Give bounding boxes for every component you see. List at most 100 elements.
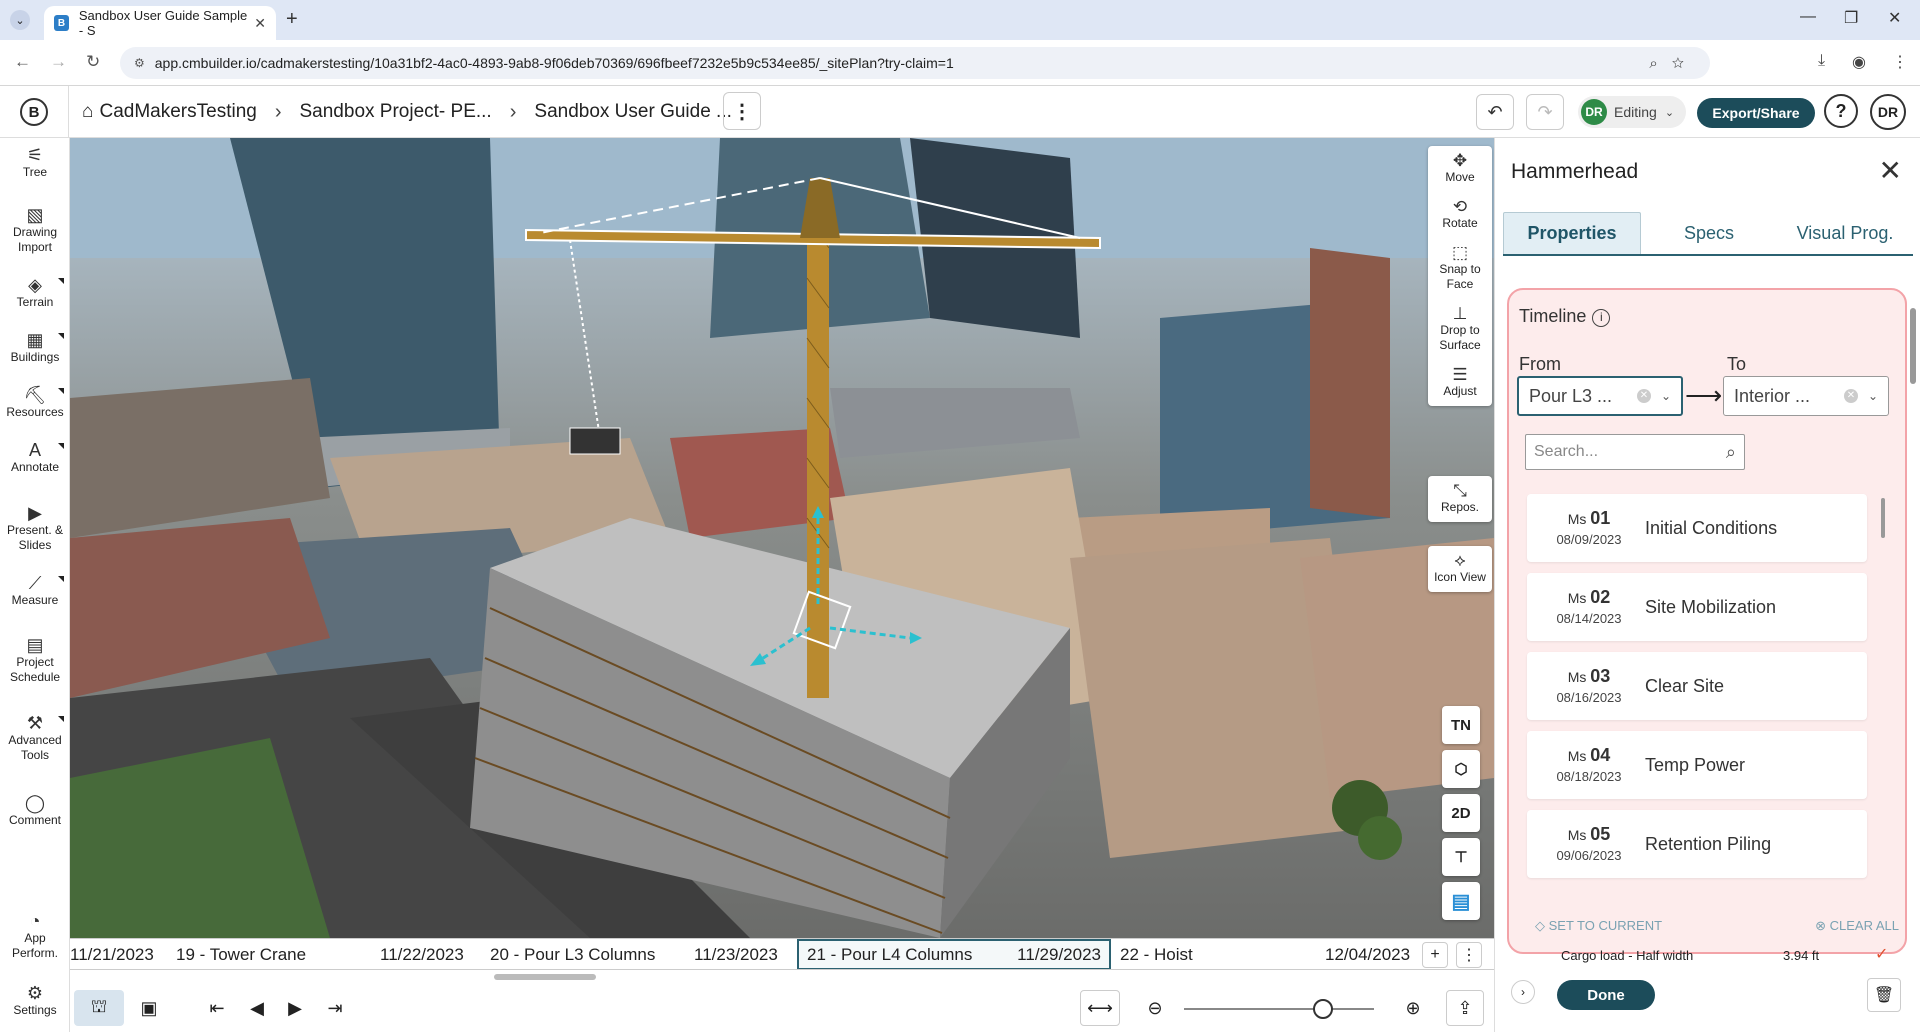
timeline-menu-icon[interactable]: ⋮ xyxy=(1456,942,1482,968)
breadcrumb-item[interactable]: CadMakersTesting xyxy=(99,101,256,123)
set-to-current-button[interactable]: ◇ SET TO CURRENT xyxy=(1535,918,1662,934)
tool-buildings[interactable]: ▦ Buildings xyxy=(0,331,70,365)
tab-search-icon[interactable]: ⌄ xyxy=(10,10,30,30)
browser-menu-icon[interactable]: ⋮ xyxy=(1892,52,1908,72)
list-item[interactable]: Ms 02 08/14/2023 Site Mobilization xyxy=(1527,573,1867,641)
breadcrumb-item[interactable]: Sandbox Project- PE... xyxy=(300,101,492,123)
timeline-date[interactable]: 12/04/2023 xyxy=(1325,939,1410,969)
breadcrumb-item[interactable]: Sandbox User Guide ... xyxy=(534,101,732,123)
timeline-task[interactable]: 20 - Pour L3 Columns xyxy=(490,939,655,969)
tool-label: Advanced Tools xyxy=(8,733,62,762)
zoom-in-icon[interactable]: ⊕ xyxy=(1388,990,1438,1026)
zoom-out-icon[interactable]: ⊖ xyxy=(1130,990,1180,1026)
tab-specs[interactable]: Specs xyxy=(1641,212,1777,254)
reload-icon[interactable]: ↻ xyxy=(86,52,100,72)
tool-icon-view[interactable]: ⟡ Icon View xyxy=(1428,546,1492,592)
close-icon[interactable]: ✕ xyxy=(1879,154,1902,187)
forward-icon[interactable]: → xyxy=(50,52,67,72)
clear-all-button[interactable]: ⊗ CLEAR ALL xyxy=(1815,918,1899,934)
new-tab-icon[interactable]: + xyxy=(286,8,298,31)
profile-icon[interactable]: ◉ xyxy=(1852,52,1866,72)
tool-app-performance[interactable]: ◔ App Perform. xyxy=(0,912,70,961)
fit-width-icon[interactable]: ⟷ xyxy=(1080,990,1120,1026)
more-options-button[interactable]: ⋮ xyxy=(723,92,761,130)
site-view-button[interactable]: ⛫ xyxy=(74,990,124,1026)
back-icon[interactable]: ← xyxy=(14,52,31,72)
list-item[interactable]: Ms 03 08/16/2023 Clear Site xyxy=(1527,652,1867,720)
view-cube-icon[interactable]: ⬡ xyxy=(1442,750,1480,788)
search-input[interactable]: Search... ⌕ xyxy=(1525,434,1745,470)
cargo-load-value[interactable]: 3.94 ft xyxy=(1783,948,1819,963)
site-info-icon[interactable]: ⚙ xyxy=(134,56,145,70)
trash-icon[interactable]: 🗑 xyxy=(1867,978,1901,1012)
list-item[interactable]: Ms 01 08/09/2023 Initial Conditions xyxy=(1527,494,1867,562)
tool-presentation[interactable]: ▶ Present. & Slides xyxy=(0,503,70,553)
home-icon[interactable]: ⌂ xyxy=(82,101,93,123)
tool-annotate[interactable]: A Annotate xyxy=(0,441,70,475)
icon-view-icon: ⟡ xyxy=(1454,551,1466,570)
tool-terrain[interactable]: ◈ Terrain xyxy=(0,276,70,310)
tool-drop-to-surface[interactable]: ⊥ Drop to Surface xyxy=(1428,299,1492,360)
to-select[interactable]: Interior ... ✕ ⌄ xyxy=(1723,376,1889,416)
zoom-slider-handle[interactable] xyxy=(1312,999,1333,1019)
tab-properties[interactable]: Properties xyxy=(1503,212,1641,254)
north-orientation-button[interactable]: TN xyxy=(1442,706,1480,744)
timeline-active-task[interactable]: 21 - Pour L4 Columns 11/29/2023 xyxy=(797,939,1111,969)
from-select[interactable]: Pour L3 ... ✕ ⌄ xyxy=(1517,376,1683,416)
2d-view-button[interactable]: 2D xyxy=(1442,794,1480,832)
close-window-icon[interactable]: ✕ xyxy=(1888,8,1901,28)
add-timeline-button[interactable]: + xyxy=(1422,942,1448,968)
tool-project-schedule[interactable]: ▤ Project Schedule xyxy=(0,636,70,685)
clear-icon[interactable]: ✕ xyxy=(1636,389,1651,403)
tool-resources[interactable]: ⛏ Resources xyxy=(0,386,70,420)
zoom-bookmark-icons[interactable]: ⌕☆ xyxy=(1649,55,1698,72)
download-icon[interactable]: ⤓ xyxy=(1818,52,1825,70)
timeline-task[interactable]: 22 - Hoist xyxy=(1120,939,1193,969)
layers-icon[interactable]: ▤ xyxy=(1442,882,1480,920)
done-button[interactable]: Done xyxy=(1557,980,1655,1010)
tool-measure[interactable]: ⟋ Measure xyxy=(0,574,70,608)
export-view-icon[interactable]: ⇪ xyxy=(1446,990,1484,1026)
undo-button[interactable]: ↶ xyxy=(1476,94,1514,130)
tool-settings[interactable]: ⚙ Settings xyxy=(0,984,70,1018)
timeline-date[interactable]: 11/23/2023 xyxy=(694,939,778,969)
editing-mode-dropdown[interactable]: DR Editing ⌄ xyxy=(1578,96,1686,128)
list-item[interactable]: Ms 05 09/06/2023 Retention Piling xyxy=(1527,810,1867,878)
avatar[interactable]: DR xyxy=(1870,94,1906,130)
list-item[interactable]: Ms 04 08/18/2023 Temp Power xyxy=(1527,731,1867,799)
help-button[interactable]: ? xyxy=(1824,94,1858,128)
timeline-date[interactable]: 11/22/2023 xyxy=(380,939,464,969)
slides-view-button[interactable]: ▣ xyxy=(124,990,174,1026)
tool-advanced[interactable]: ⚒ Advanced Tools xyxy=(0,714,70,763)
tool-move[interactable]: ✥ Move xyxy=(1428,146,1492,192)
url-input[interactable]: ⚙ app.cmbuilder.io/cadmakerstesting/10a3… xyxy=(120,47,1710,79)
redo-button[interactable]: ↷ xyxy=(1526,94,1564,130)
tool-comment[interactable]: ◯ Comment xyxy=(0,794,70,828)
panel-scrollbar[interactable] xyxy=(1910,308,1916,384)
skip-to-end-icon[interactable]: ⇥ xyxy=(310,990,360,1026)
tool-reposition[interactable]: ⤡ Repos. xyxy=(1428,476,1492,522)
presentation-icon: ▶ xyxy=(28,503,42,523)
timeline-task[interactable]: 19 - Tower Crane xyxy=(176,939,306,969)
minimize-icon[interactable]: — xyxy=(1800,8,1816,26)
timeline-date[interactable]: 11/21/2023 xyxy=(70,939,154,969)
tool-adjust[interactable]: ☰ Adjust xyxy=(1428,360,1492,406)
zoom-slider[interactable] xyxy=(1184,999,1374,1019)
tool-rotate[interactable]: ⟲ Rotate xyxy=(1428,192,1492,238)
tool-tree[interactable]: ⚟ Tree xyxy=(0,146,70,180)
chevron-right-icon[interactable]: › xyxy=(1511,980,1535,1004)
timeline-scrollbar[interactable] xyxy=(494,974,596,980)
3d-viewport[interactable]: ✥ Move ⟲ Rotate ⬚ Snap to Face ⊥ Drop to Sur… xyxy=(70,138,1494,938)
restore-icon[interactable]: ❐ xyxy=(1844,8,1858,28)
tool-drawing-import[interactable]: ▧ Drawing Import xyxy=(0,206,70,255)
info-icon[interactable]: i xyxy=(1592,309,1611,327)
clear-icon[interactable]: ✕ xyxy=(1843,389,1858,403)
tab-visual-prog[interactable]: Visual Prog. xyxy=(1777,212,1913,254)
list-scrollbar[interactable] xyxy=(1881,498,1885,538)
sun-path-icon[interactable]: ⊤ xyxy=(1442,838,1480,876)
tool-snap-to-face[interactable]: ⬚ Snap to Face xyxy=(1428,238,1492,299)
app-logo[interactable]: B xyxy=(20,98,48,126)
export-share-button[interactable]: Export/Share xyxy=(1697,98,1815,128)
close-tab-icon[interactable]: ✕ xyxy=(254,15,266,32)
browser-tab[interactable]: B Sandbox User Guide Sample - S ✕ xyxy=(44,6,276,40)
